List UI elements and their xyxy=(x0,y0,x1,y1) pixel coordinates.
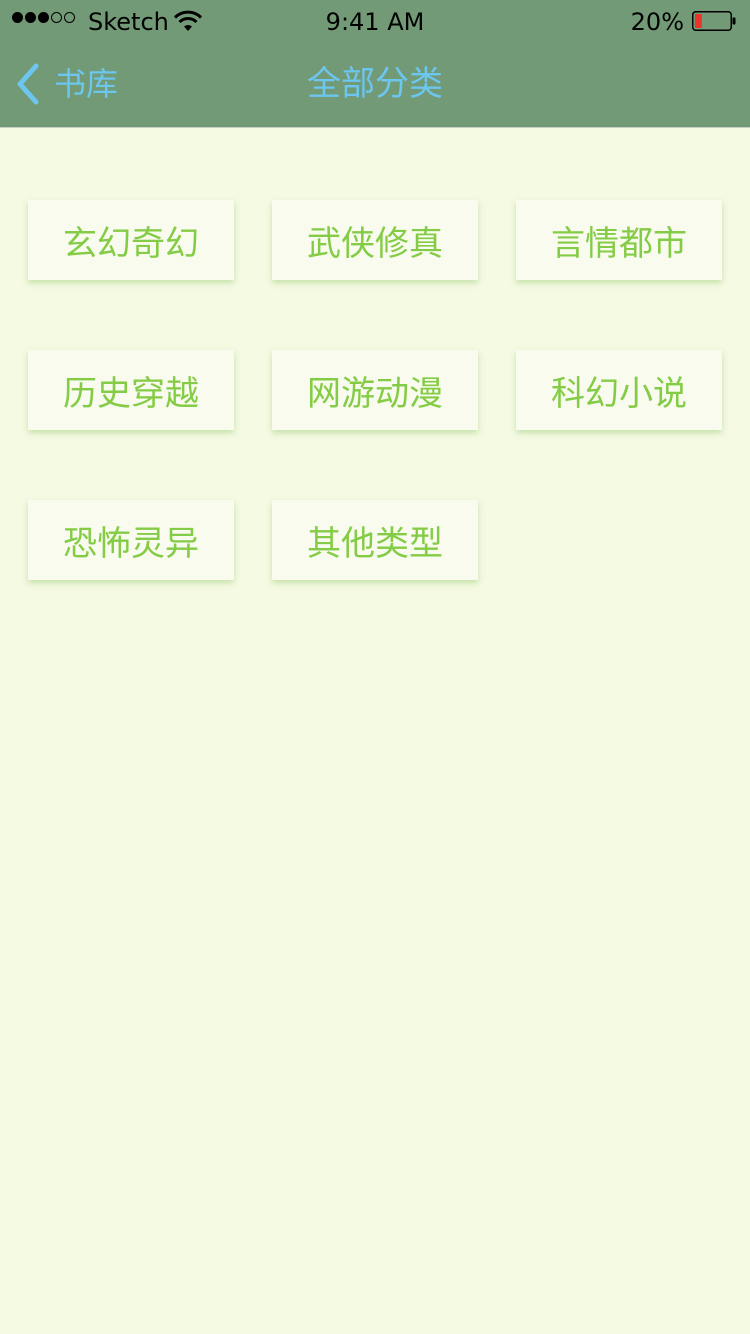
category-button[interactable]: 恐怖灵异 xyxy=(28,500,234,580)
category-button[interactable]: 网游动漫 xyxy=(272,350,478,430)
navigation-bar: 书库 全部分类 xyxy=(0,40,750,128)
category-button[interactable]: 玄幻奇幻 xyxy=(28,200,234,280)
category-button[interactable]: 科幻小说 xyxy=(516,350,722,430)
category-button[interactable]: 武侠修真 xyxy=(272,200,478,280)
category-button[interactable]: 历史穿越 xyxy=(28,350,234,430)
header: Sketch 9:41 AM 20% 书库 全部分类 xyxy=(0,0,750,128)
battery-fill xyxy=(695,14,702,28)
category-button[interactable]: 其他类型 xyxy=(272,500,478,580)
battery-percent: 20% xyxy=(630,8,684,36)
page-title: 全部分类 xyxy=(307,64,443,104)
status-bar: Sketch 9:41 AM 20% xyxy=(0,0,750,40)
battery-icon xyxy=(692,11,736,31)
category-button[interactable]: 言情都市 xyxy=(516,200,722,280)
